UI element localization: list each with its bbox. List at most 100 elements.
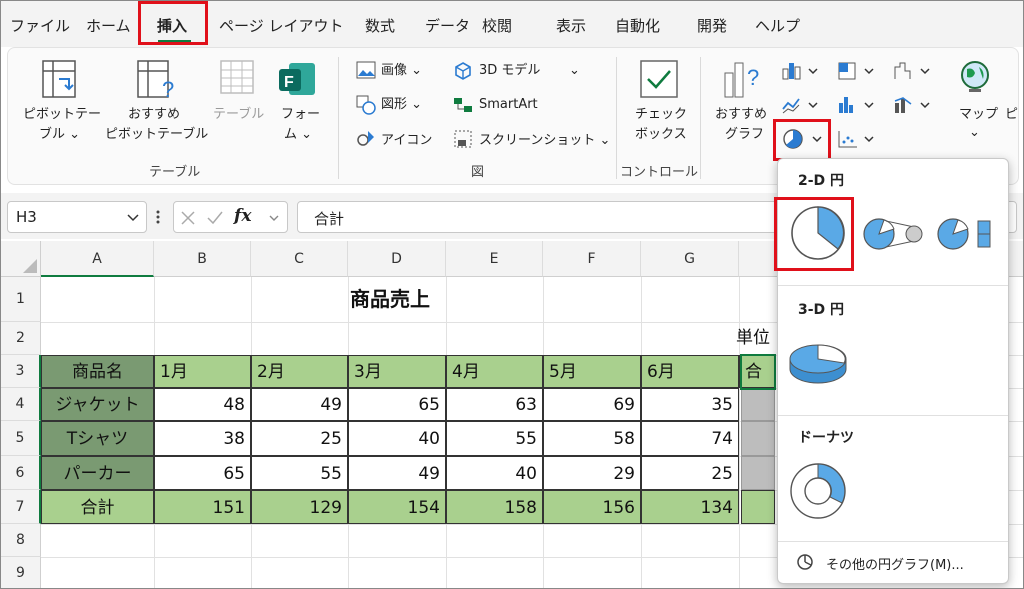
- row-header-1[interactable]: 1: [1, 277, 41, 322]
- value-cell[interactable]: 55: [251, 456, 348, 490]
- pie-2d-option[interactable]: [786, 201, 850, 265]
- value-cell[interactable]: 25: [251, 421, 348, 456]
- line-chart-icon[interactable]: [781, 95, 821, 115]
- value-cell[interactable]: 65: [348, 388, 446, 421]
- total-cell[interactable]: 154: [348, 490, 446, 524]
- statistic-chart-icon[interactable]: [837, 95, 877, 115]
- insert-function-icon[interactable]: fx: [234, 206, 251, 226]
- hierarchy-chart-icon[interactable]: [837, 61, 877, 81]
- value-cell[interactable]: 40: [348, 421, 446, 456]
- checkbox-label-1: チェック: [635, 107, 688, 122]
- row-header-6[interactable]: 6: [1, 456, 41, 490]
- value-cell[interactable]: 25: [641, 456, 739, 490]
- donut-option[interactable]: [786, 459, 850, 523]
- product-name-cell[interactable]: パーカー: [41, 456, 154, 490]
- value-cell[interactable]: 58: [543, 421, 641, 456]
- waterfall-chart-icon[interactable]: [893, 61, 933, 81]
- total-cell[interactable]: 134: [641, 490, 739, 524]
- header-cell[interactable]: 合: [739, 355, 775, 388]
- tab-help[interactable]: ヘルプ: [755, 15, 800, 36]
- 3d-models-label: 3D モデル: [479, 63, 541, 78]
- value-cell[interactable]: 49: [348, 456, 446, 490]
- name-box[interactable]: H3: [7, 201, 147, 233]
- pie-3d-option[interactable]: [786, 335, 850, 391]
- value-cell[interactable]: 65: [154, 456, 251, 490]
- total-label-cell[interactable]: 合計: [41, 490, 154, 524]
- column-header-A[interactable]: A: [41, 241, 154, 277]
- scatter-chart-icon[interactable]: [837, 129, 877, 149]
- tab-formulas[interactable]: 数式: [365, 15, 395, 36]
- column-header-B[interactable]: B: [154, 241, 251, 277]
- row-header-7[interactable]: 7: [1, 490, 41, 524]
- column-header-C[interactable]: C: [251, 241, 348, 277]
- header-cell[interactable]: 4月: [446, 355, 543, 388]
- value-cell[interactable]: 38: [154, 421, 251, 456]
- value-cell[interactable]: 29: [543, 456, 641, 490]
- header-cell[interactable]: 2月: [251, 355, 348, 388]
- more-options-icon[interactable]: [155, 208, 161, 226]
- header-cell[interactable]: 5月: [543, 355, 641, 388]
- column-header-F[interactable]: F: [543, 241, 641, 277]
- select-all-button[interactable]: [1, 241, 41, 277]
- tab-data[interactable]: データ: [425, 15, 470, 36]
- enter-check-icon[interactable]: [206, 210, 224, 226]
- row-header-9[interactable]: 9: [1, 557, 41, 588]
- total-column-cell[interactable]: [741, 388, 775, 421]
- more-pie-charts-item[interactable]: その他の円グラフ(M)...: [778, 545, 1008, 581]
- column-header-G[interactable]: G: [641, 241, 739, 277]
- svg-text:F: F: [284, 74, 294, 91]
- dropdown-separator: [778, 541, 1008, 542]
- header-cell[interactable]: 1月: [154, 355, 251, 388]
- row-header-2[interactable]: 2: [1, 322, 41, 355]
- shapes-icon: [356, 95, 376, 115]
- total-cell[interactable]: 156: [543, 490, 641, 524]
- header-cell[interactable]: 3月: [348, 355, 446, 388]
- column-chart-icon[interactable]: [781, 61, 821, 81]
- screenshot-icon: [454, 130, 472, 148]
- tab-review[interactable]: 校閲: [482, 15, 512, 36]
- tab-page-layout[interactable]: ページ レイアウト: [219, 15, 343, 36]
- value-cell[interactable]: 48: [154, 388, 251, 421]
- value-cell[interactable]: 63: [446, 388, 543, 421]
- pie-of-pie-option[interactable]: [862, 217, 926, 251]
- total-cell[interactable]: 151: [154, 490, 251, 524]
- tab-automate[interactable]: 自動化: [615, 15, 660, 36]
- total-column-cell[interactable]: [741, 456, 775, 490]
- unit-cell[interactable]: 単位: [641, 322, 775, 355]
- tab-view[interactable]: 表示: [556, 15, 586, 36]
- grand-total-cell[interactable]: [741, 490, 775, 524]
- product-name-cell[interactable]: ジャケット: [41, 388, 154, 421]
- pivot-table-label-2: ブル ⌄: [39, 127, 81, 142]
- cancel-icon[interactable]: [180, 210, 196, 226]
- value-cell[interactable]: 74: [641, 421, 739, 456]
- value-cell[interactable]: 49: [251, 388, 348, 421]
- product-name-cell[interactable]: Tシャツ: [41, 421, 154, 456]
- header-cell[interactable]: 商品名: [41, 355, 154, 388]
- forms-label-1: フォー: [281, 107, 321, 122]
- total-cell[interactable]: 158: [446, 490, 543, 524]
- bar-of-pie-option[interactable]: [936, 217, 1000, 251]
- ribbon-tabs: ファイル ホーム 挿入 ページ レイアウト 数式 データ 校閲 表示 自動化 開…: [1, 1, 1023, 47]
- value-cell[interactable]: 35: [641, 388, 739, 421]
- header-cell[interactable]: 6月: [641, 355, 739, 388]
- row-header-4[interactable]: 4: [1, 388, 41, 421]
- forms-icon: F: [279, 63, 315, 95]
- row-header-5[interactable]: 5: [1, 421, 41, 456]
- total-cell[interactable]: 129: [251, 490, 348, 524]
- value-cell[interactable]: 69: [543, 388, 641, 421]
- row-header-3[interactable]: 3: [1, 355, 41, 388]
- combo-chart-icon[interactable]: [893, 95, 933, 115]
- row-header-8[interactable]: 8: [1, 524, 41, 557]
- total-column-cell[interactable]: [741, 421, 775, 456]
- column-header-D[interactable]: D: [348, 241, 446, 277]
- chevron-down-icon: [269, 215, 279, 221]
- svg-text:?: ?: [162, 77, 174, 101]
- tab-file[interactable]: ファイル: [10, 15, 70, 36]
- title-cell[interactable]: 商品売上: [41, 277, 739, 322]
- value-cell[interactable]: 40: [446, 456, 543, 490]
- tab-home[interactable]: ホーム: [86, 15, 131, 36]
- tab-insert[interactable]: 挿入: [157, 15, 187, 36]
- value-cell[interactable]: 55: [446, 421, 543, 456]
- tab-developer[interactable]: 開発: [697, 15, 727, 36]
- column-header-E[interactable]: E: [446, 241, 543, 277]
